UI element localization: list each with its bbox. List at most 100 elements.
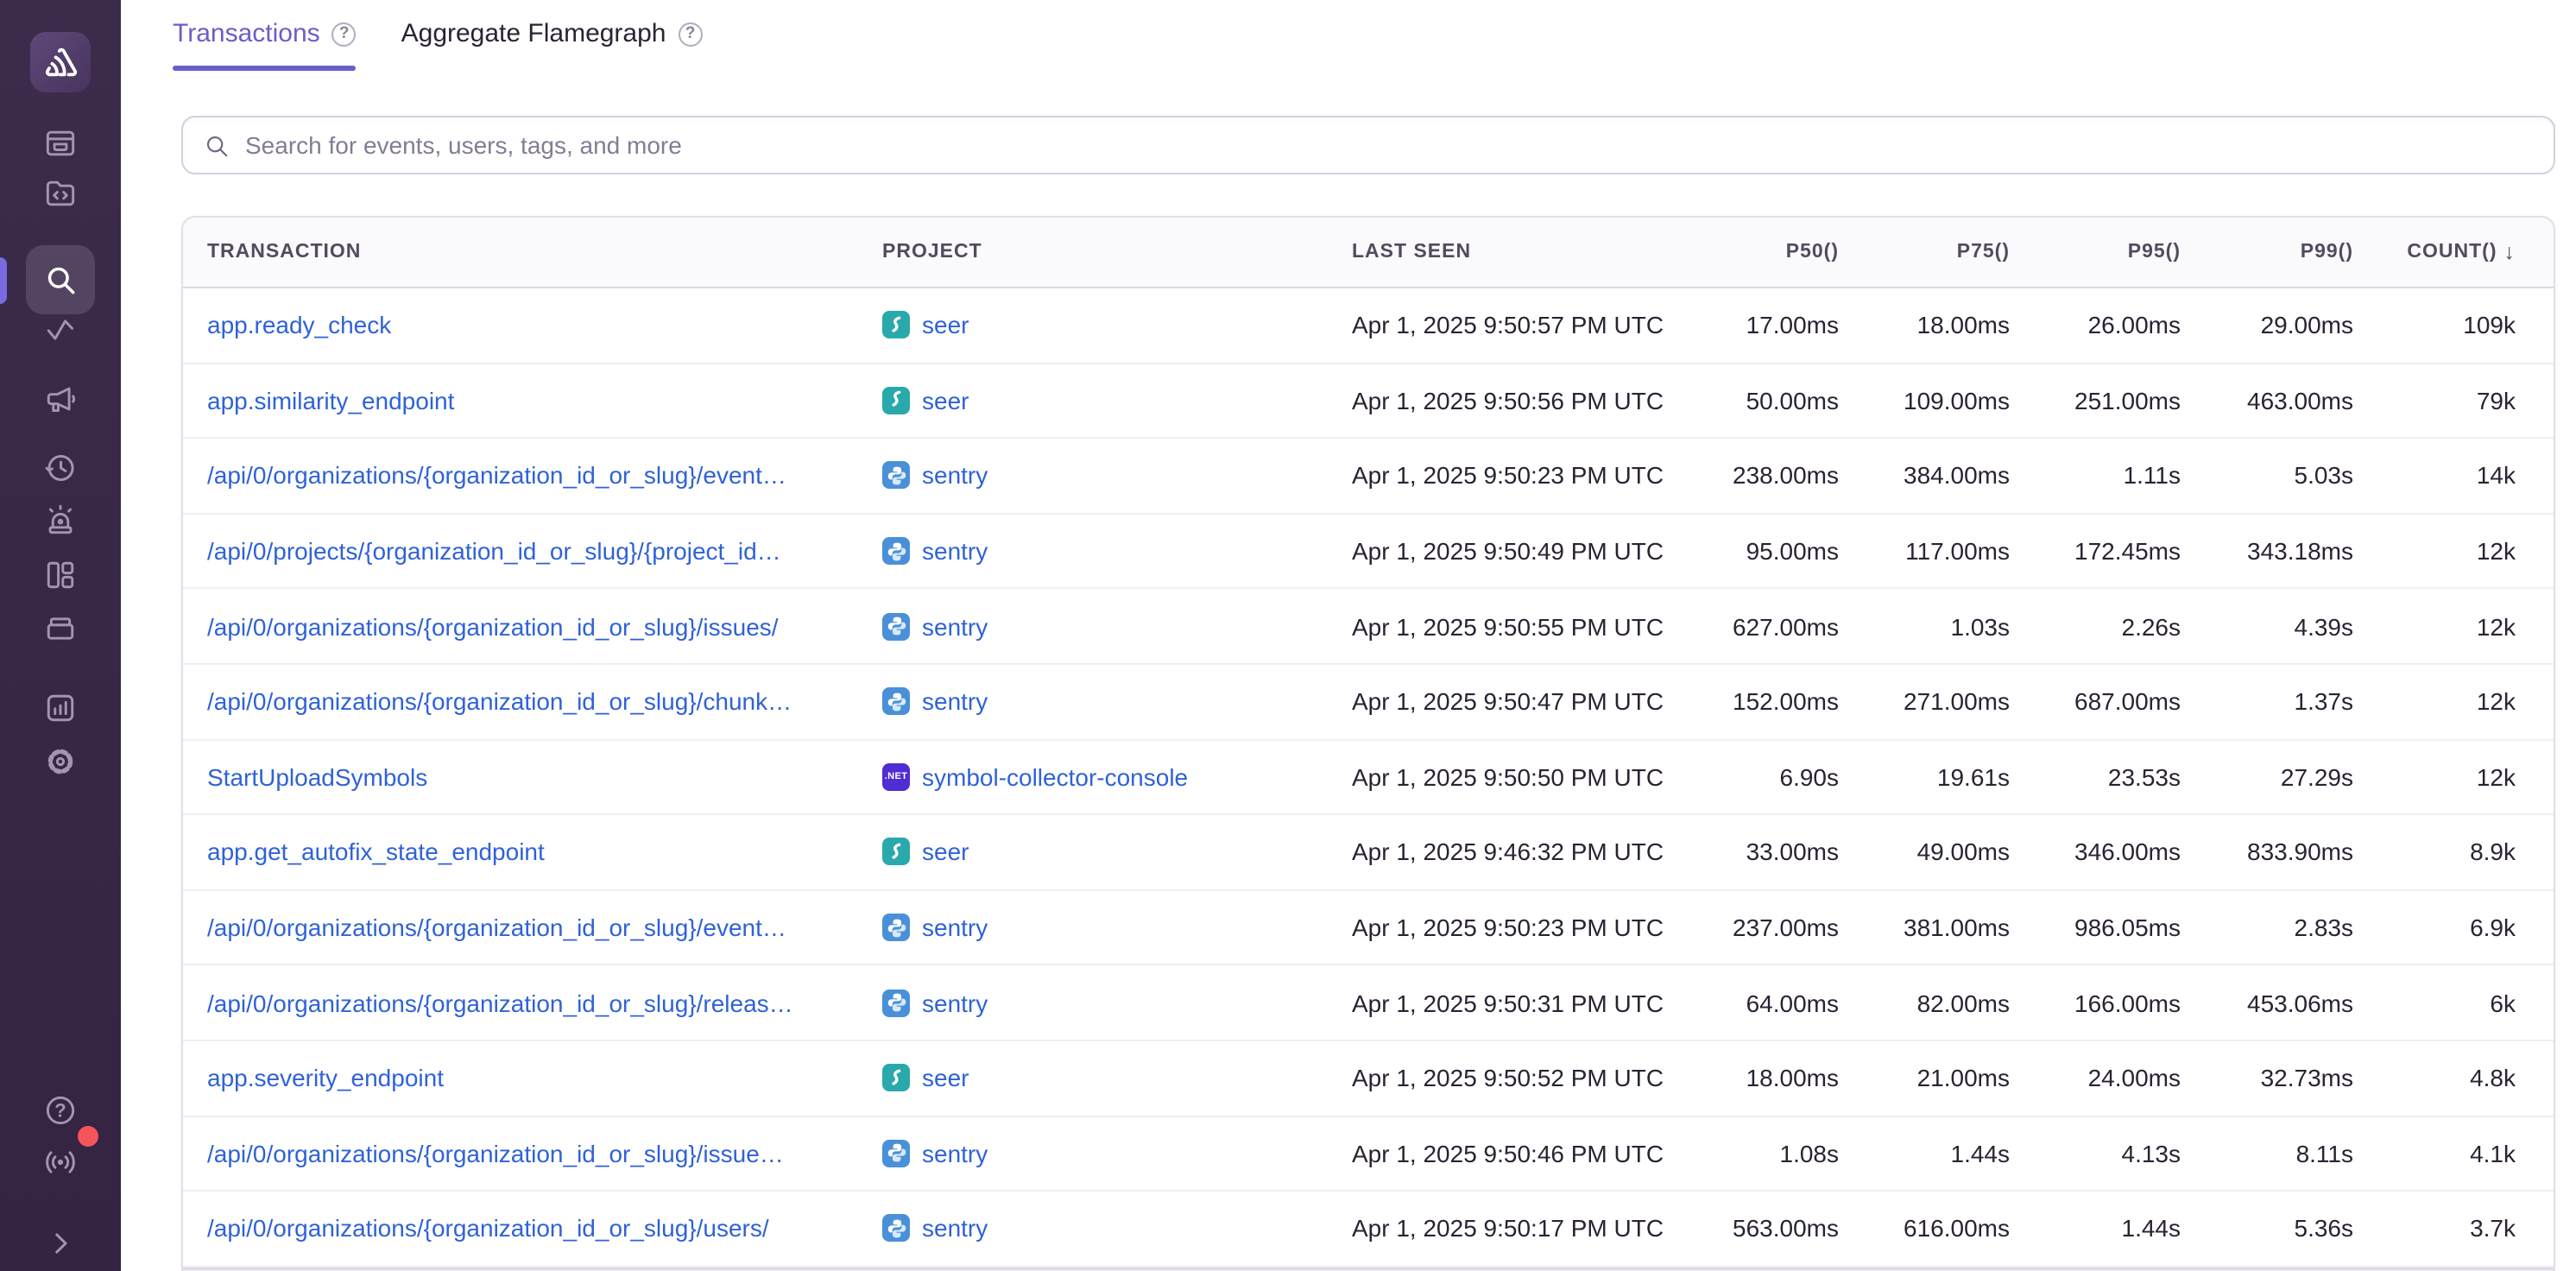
project-link[interactable]: sentry	[922, 1140, 988, 1167]
sentry-logo[interactable]	[30, 32, 91, 92]
seer-project-icon	[882, 312, 910, 339]
broadcast-whats-new-icon[interactable]	[31, 1133, 90, 1192]
transaction-cell: StartUploadSymbols	[207, 763, 882, 791]
project-link[interactable]: seer	[922, 312, 969, 339]
p75-cell: 117.00ms	[1839, 537, 2010, 565]
project-cell: sentry	[882, 612, 1352, 640]
tab-aggregate-flamegraph[interactable]: Aggregate Flamegraph ?	[401, 19, 703, 71]
aggregate-flamegraph-help-icon[interactable]: ?	[679, 22, 703, 46]
transaction-link[interactable]: /api/0/organizations/{organization_id_or…	[207, 914, 882, 941]
count-cell: 12k	[2353, 763, 2516, 791]
column-header-p95[interactable]: P95()	[2010, 242, 2181, 262]
seer-project-icon	[882, 387, 910, 414]
transaction-link[interactable]: app.get_autofix_state_endpoint	[207, 838, 882, 866]
p75-cell: 384.00ms	[1839, 462, 2010, 490]
count-cell: 3.7k	[2353, 1215, 2516, 1243]
table-footer-strip	[183, 1267, 2554, 1271]
project-cell: sentry	[882, 914, 1352, 941]
count-cell: 6.9k	[2353, 914, 2516, 941]
p50-cell: 17.00ms	[1697, 312, 1839, 339]
last-seen-cell: Apr 1, 2025 9:50:50 PM UTC	[1352, 763, 1697, 791]
p99-cell: 453.06ms	[2181, 989, 2353, 1016]
feedback-megaphone-icon[interactable]	[31, 370, 90, 428]
dashboards-layout-icon[interactable]	[31, 546, 90, 604]
settings-gear-icon[interactable]	[31, 732, 90, 791]
project-cell: sentry	[882, 462, 1352, 490]
last-seen-cell: Apr 1, 2025 9:50:57 PM UTC	[1352, 312, 1697, 339]
project-link[interactable]: sentry	[922, 462, 988, 490]
project-link[interactable]: seer	[922, 838, 969, 866]
archive-boxes-icon[interactable]	[31, 598, 90, 656]
project-cell: sentry	[882, 688, 1352, 716]
column-header-count[interactable]: COUNT() ↓	[2353, 240, 2516, 264]
p50-cell: 50.00ms	[1697, 387, 1839, 414]
transactions-help-icon[interactable]: ?	[332, 22, 357, 46]
transaction-cell: /api/0/organizations/{organization_id_or…	[207, 1215, 882, 1243]
transaction-link[interactable]: StartUploadSymbols	[207, 763, 882, 791]
table-row: /api/0/organizations/{organization_id_or…	[183, 966, 2554, 1041]
p75-cell: 21.00ms	[1839, 1064, 2010, 1091]
stats-chart-icon[interactable]	[31, 679, 90, 737]
tab-transactions[interactable]: Transactions ?	[173, 19, 357, 71]
transaction-link[interactable]: /api/0/organizations/{organization_id_or…	[207, 1140, 882, 1167]
project-cell: sentry	[882, 1215, 1352, 1243]
table-row: app.similarity_endpoint seer Apr 1, 2025…	[183, 364, 2554, 439]
p50-cell: 64.00ms	[1697, 989, 1839, 1016]
transaction-link[interactable]: /api/0/organizations/{organization_id_or…	[207, 612, 882, 640]
count-cell: 12k	[2353, 537, 2516, 565]
project-link[interactable]: sentry	[922, 914, 988, 941]
p95-cell: 166.00ms	[2010, 989, 2181, 1016]
p99-cell: 29.00ms	[2181, 312, 2353, 339]
column-header-last-seen[interactable]: LAST SEEN	[1352, 242, 1697, 262]
column-header-p75[interactable]: P75()	[1839, 242, 2010, 262]
transaction-link[interactable]: /api/0/organizations/{organization_id_or…	[207, 462, 882, 490]
search-input[interactable]	[245, 131, 2533, 159]
transaction-cell: app.get_autofix_state_endpoint	[207, 838, 882, 866]
project-link[interactable]: seer	[922, 1064, 969, 1091]
alerts-siren-icon[interactable]	[31, 490, 90, 549]
project-link[interactable]: sentry	[922, 989, 988, 1016]
project-link[interactable]: symbol-collector-console	[922, 763, 1188, 791]
table-row: /api/0/organizations/{organization_id_or…	[183, 891, 2554, 966]
transaction-link[interactable]: /api/0/organizations/{organization_id_or…	[207, 989, 882, 1016]
p50-cell: 1.08s	[1697, 1140, 1839, 1167]
last-seen-cell: Apr 1, 2025 9:46:32 PM UTC	[1352, 838, 1697, 866]
p50-cell: 18.00ms	[1697, 1064, 1839, 1091]
transaction-link[interactable]: /api/0/organizations/{organization_id_or…	[207, 688, 882, 716]
search-bar[interactable]	[181, 116, 2555, 174]
traces-zigzag-icon[interactable]	[31, 300, 90, 359]
python-project-icon	[882, 612, 910, 640]
p75-cell: 381.00ms	[1839, 914, 2010, 941]
last-seen-cell: Apr 1, 2025 9:50:46 PM UTC	[1352, 1140, 1697, 1167]
column-header-p50[interactable]: P50()	[1697, 242, 1839, 262]
project-link[interactable]: seer	[922, 387, 969, 414]
svg-text:?: ?	[54, 1099, 66, 1121]
releases-history-clock-icon[interactable]	[31, 439, 90, 497]
p50-cell: 95.00ms	[1697, 537, 1839, 565]
transaction-cell: /api/0/organizations/{organization_id_or…	[207, 1140, 882, 1167]
explore-code-folder-icon[interactable]	[31, 164, 90, 223]
column-header-p99[interactable]: P99()	[2181, 242, 2353, 262]
p75-cell: 19.61s	[1839, 763, 2010, 791]
column-header-transaction[interactable]: TRANSACTION	[207, 242, 882, 262]
transaction-link[interactable]: /api/0/projects/{organization_id_or_slug…	[207, 537, 882, 565]
expand-chevron-icon[interactable]	[31, 1214, 90, 1271]
sort-desc-arrow-icon: ↓	[2504, 240, 2516, 264]
transaction-link[interactable]: app.ready_check	[207, 312, 882, 339]
transaction-link[interactable]: app.similarity_endpoint	[207, 387, 882, 414]
transaction-link[interactable]: /api/0/organizations/{organization_id_or…	[207, 1215, 882, 1243]
column-header-project[interactable]: PROJECT	[882, 242, 1352, 262]
p50-cell: 238.00ms	[1697, 462, 1839, 490]
transaction-link[interactable]: app.severity_endpoint	[207, 1064, 882, 1091]
project-link[interactable]: sentry	[922, 537, 988, 565]
project-link[interactable]: sentry	[922, 688, 988, 716]
p75-cell: 49.00ms	[1839, 838, 2010, 866]
main-content: Transactions ? Aggregate Flamegraph ? TR…	[121, 0, 2576, 1271]
p75-cell: 616.00ms	[1839, 1215, 2010, 1243]
p75-cell: 1.03s	[1839, 612, 2010, 640]
p99-cell: 32.73ms	[2181, 1064, 2353, 1091]
project-link[interactable]: sentry	[922, 612, 988, 640]
project-link[interactable]: sentry	[922, 1215, 988, 1243]
count-cell: 4.8k	[2353, 1064, 2516, 1091]
project-cell: seer	[882, 1064, 1352, 1091]
